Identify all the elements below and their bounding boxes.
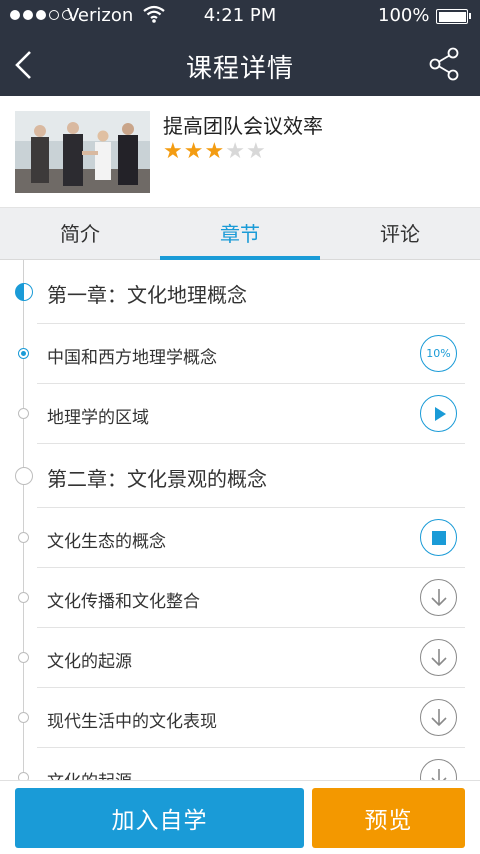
page-title: 课程详情 — [185, 54, 294, 84]
preview-button[interactable]: 预览 — [312, 788, 465, 848]
star-filled-icon: ★ — [204, 139, 225, 164]
lesson-row[interactable]: 现代生活中的文化表现 — [0, 688, 480, 748]
lesson-row[interactable]: 中国和西方地理学概念 10% — [0, 324, 480, 384]
chapter-node — [15, 467, 33, 485]
download-button[interactable] — [420, 759, 457, 780]
download-arrow-icon — [430, 768, 447, 780]
lesson-row[interactable]: 文化传播和文化整合 — [0, 568, 480, 628]
lesson-node — [18, 712, 29, 723]
lesson-node — [18, 772, 29, 780]
current-lesson-node — [18, 348, 29, 359]
course-title: 提高团队会议效率 — [163, 114, 323, 138]
tab-1[interactable]: 章节 — [160, 208, 320, 260]
lesson-row[interactable]: 文化生态的概念 — [0, 508, 480, 568]
download-arrow-icon — [430, 588, 447, 606]
stop-icon — [431, 530, 446, 545]
star-empty-icon: ★ — [225, 139, 245, 164]
course-thumbnail — [15, 111, 150, 193]
chapter-title: 第一章：文化地理概念 — [47, 283, 247, 307]
lesson-node — [18, 532, 29, 543]
star-filled-icon: ★ — [163, 139, 183, 164]
course-header: 提高团队会议效率 ★ ★ ★ ★ ★ — [0, 96, 480, 208]
star-empty-icon: ★ — [245, 139, 266, 164]
rating-stars: ★ ★ ★ ★ ★ — [163, 141, 266, 163]
chapter-row[interactable]: 第一章：文化地理概念 — [0, 260, 480, 324]
lesson-title: 现代生活中的文化表现 — [47, 712, 217, 732]
battery-percent: 100% — [378, 5, 430, 26]
battery-icon — [436, 9, 468, 24]
lesson-title: 中国和西方地理学概念 — [47, 348, 217, 368]
battery-tip — [469, 13, 471, 19]
star-filled-icon: ★ — [183, 139, 204, 164]
top-bar: Verizon 4:21 PM 100% 课程详情 — [0, 0, 480, 96]
join-study-button[interactable]: 加入自学 — [15, 788, 304, 848]
lesson-row[interactable]: 文化的起源 — [0, 628, 480, 688]
lesson-title: 文化生态的概念 — [47, 532, 166, 552]
download-button[interactable] — [420, 699, 457, 736]
lesson-row[interactable]: 文化的起源 — [0, 748, 480, 780]
lesson-node — [18, 408, 29, 419]
lesson-title: 文化的起源 — [47, 767, 132, 780]
download-button[interactable] — [420, 579, 457, 616]
chapter-title: 第二章：文化景观的概念 — [47, 467, 267, 491]
lesson-node — [18, 592, 29, 603]
play-button[interactable] — [420, 395, 457, 432]
lesson-node — [18, 652, 29, 663]
share-icon — [429, 47, 459, 81]
download-arrow-icon — [430, 708, 447, 726]
status-bar: Verizon 4:21 PM 100% — [0, 0, 480, 32]
download-arrow-icon — [430, 648, 447, 666]
tab-bar: 简介 章节 评论 — [0, 208, 480, 260]
lesson-row[interactable]: 地理学的区域 — [0, 384, 480, 444]
lesson-title: 文化传播和文化整合 — [47, 592, 200, 612]
progress-label: 10% — [426, 347, 451, 360]
tab-2[interactable]: 评论 — [320, 208, 480, 259]
chapter-progress-node — [15, 283, 33, 301]
download-button[interactable] — [420, 639, 457, 676]
share-button[interactable] — [426, 44, 462, 84]
lesson-title: 文化的起源 — [47, 652, 132, 672]
progress-button[interactable]: 10% — [420, 335, 457, 372]
play-icon — [434, 406, 446, 421]
chapter-list: 第一章：文化地理概念中国和西方地理学概念 10% 地理学的区域第二章：文化景观的概念… — [0, 260, 480, 780]
bottom-action-bar: 加入自学 预览 — [0, 780, 480, 854]
stop-button[interactable] — [420, 519, 457, 556]
chapter-row[interactable]: 第二章：文化景观的概念 — [0, 444, 480, 508]
course-detail-screen: Verizon 4:21 PM 100% 课程详情 提高团队会议效率 ★ ★ ★… — [0, 0, 480, 854]
lesson-title: 地理学的区域 — [47, 408, 149, 428]
tab-0[interactable]: 简介 — [0, 208, 160, 259]
